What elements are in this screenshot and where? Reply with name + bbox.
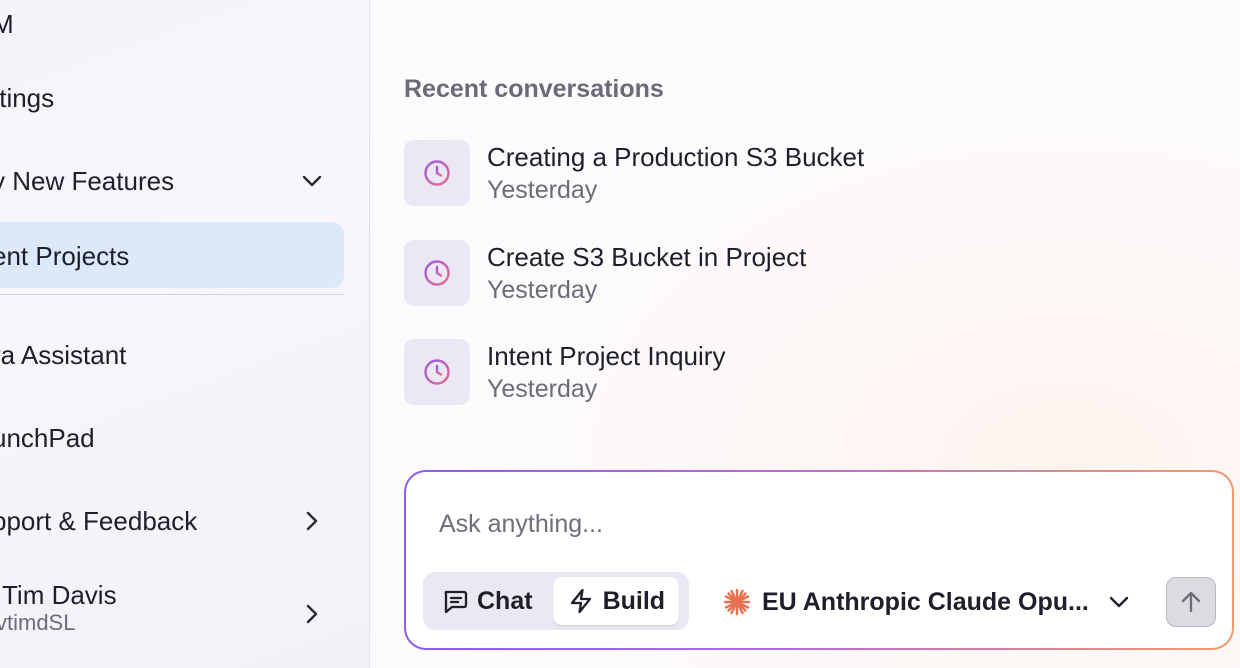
conversation-title: Create S3 Bucket in Project [487,241,807,272]
sidebar-item-settings[interactable]: ttings [0,76,54,120]
user-profile[interactable]: Tim Davis vtimdSL [0,580,117,636]
chat-mode-button[interactable]: Chat [427,577,547,625]
clock-icon [404,339,470,405]
conversation-item[interactable]: Intent Project Inquiry Yesterday [404,338,1004,406]
sidebar-item-label: ttings [0,82,55,113]
ask-input[interactable] [439,506,1139,542]
conversation-time: Yesterday [487,275,598,304]
composer: Chat Build [404,470,1234,650]
sidebar-item-label: y New Features [0,165,175,196]
model-label: EU Anthropic Claude Opu... [762,587,1089,616]
main-panel: Recent conversations Creating a Producti… [371,0,1240,668]
chat-mode-label: Chat [477,586,533,615]
sidebar: M ttings y New Features ent Projects ra … [0,0,370,668]
sidebar-item-home[interactable]: M [0,2,14,46]
sidebar-item-intent-projects[interactable]: ent Projects [0,234,129,278]
user-handle: vtimdSL [0,610,76,635]
chevron-right-icon[interactable] [300,509,324,533]
sidebar-item-label: ent Projects [0,240,130,271]
sidebar-item-label: M [0,9,14,40]
sidebar-divider [0,294,344,295]
conversation-item[interactable]: Creating a Production S3 Bucket Yesterda… [404,139,1004,207]
sidebar-item-label: unchPad [0,422,95,453]
claude-sunburst-icon [723,588,751,616]
chevron-right-icon[interactable] [300,602,324,626]
sidebar-item-assistant[interactable]: ra Assistant [0,333,126,377]
sidebar-item-launchpad[interactable]: unchPad [0,416,95,460]
arrow-up-icon [1181,591,1201,613]
lightning-icon [570,588,591,614]
chevron-down-icon [1107,590,1131,614]
sidebar-item-label: pport & Feedback [0,505,198,536]
build-mode-button[interactable]: Build [552,577,680,625]
conversation-item[interactable]: Create S3 Bucket in Project Yesterday [404,239,1004,307]
section-title: Recent conversations [404,75,664,103]
build-mode-label: Build [602,586,666,615]
clock-icon [404,140,470,206]
chat-icon [444,590,468,614]
sidebar-item-label: ra Assistant [0,339,127,370]
mode-toggle: Chat Build [423,572,689,630]
conversation-time: Yesterday [487,175,598,204]
conversation-title: Creating a Production S3 Bucket [487,141,865,172]
chevron-down-icon[interactable] [300,169,324,193]
user-name: Tim Davis [2,580,117,610]
sidebar-item-support-feedback[interactable]: pport & Feedback [0,499,197,543]
send-button[interactable] [1166,577,1216,627]
sidebar-item-new-features[interactable]: y New Features [0,159,174,203]
model-select[interactable]: EU Anthropic Claude Opu... [722,580,1131,624]
conversation-title: Intent Project Inquiry [487,340,726,371]
clock-icon [404,240,470,306]
conversation-time: Yesterday [487,374,598,403]
